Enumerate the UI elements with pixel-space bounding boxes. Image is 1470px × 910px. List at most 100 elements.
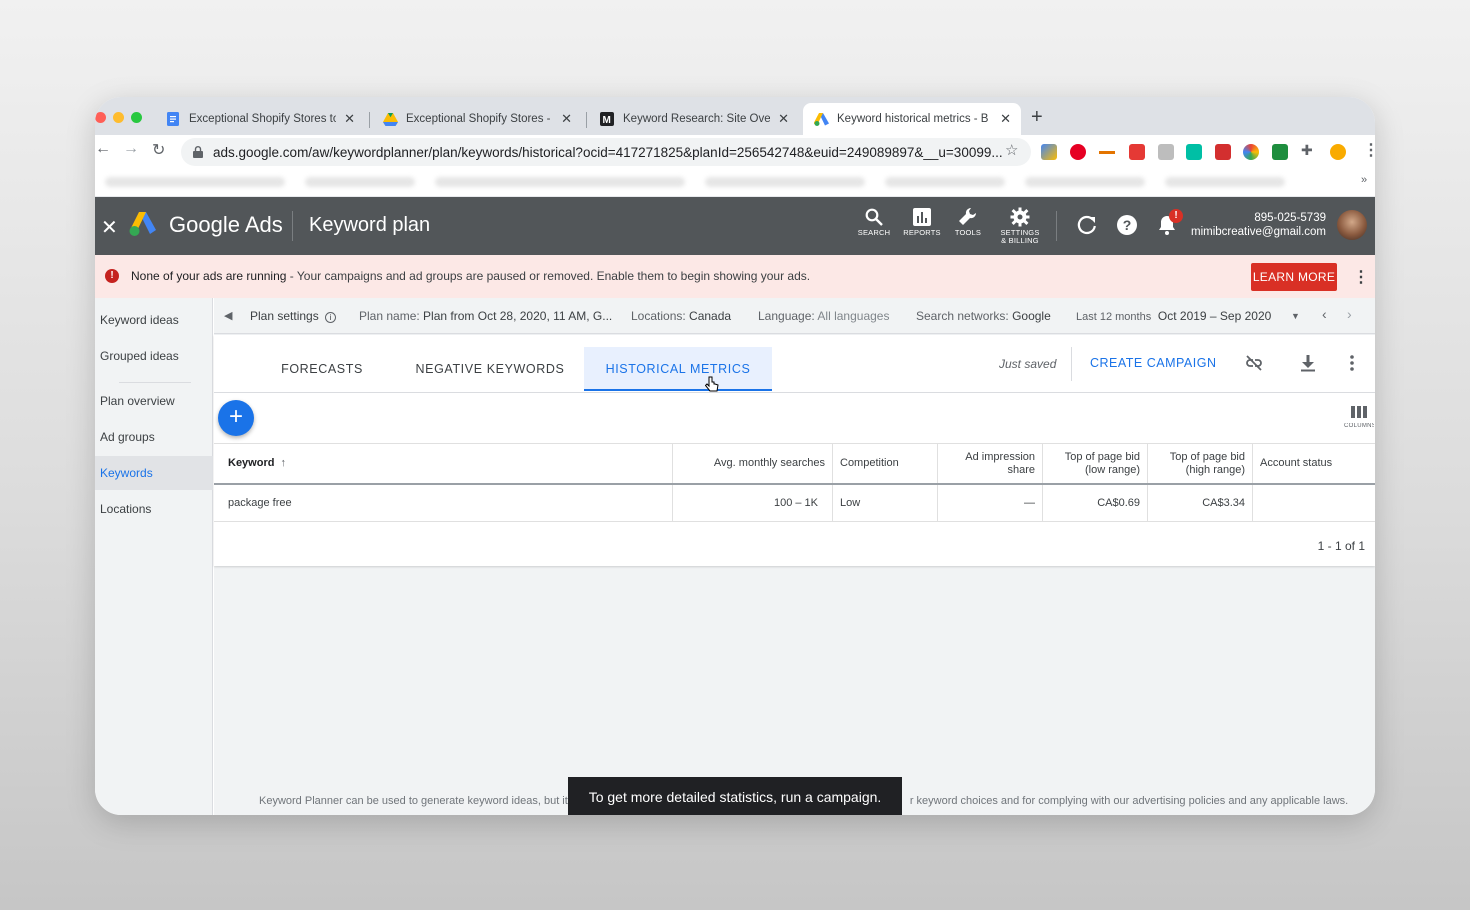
- tab-title: Keyword historical metrics - B: [837, 113, 989, 125]
- next-period-icon[interactable]: ›: [1347, 306, 1352, 322]
- extension-green-icon[interactable]: [1272, 144, 1288, 160]
- browser-tab-3[interactable]: M Keyword Research: Site Overvi ✕: [589, 103, 799, 135]
- date-range-selector[interactable]: Last 12 months Oct 2019 – Sep 2020: [1076, 309, 1271, 323]
- tab-title: Exceptional Shopify Stores to I: [189, 113, 337, 125]
- more-vert-icon[interactable]: ⋮: [1353, 267, 1369, 287]
- sidebar-item-keyword-ideas[interactable]: Keyword ideas: [95, 303, 213, 337]
- add-keywords-button[interactable]: +: [218, 400, 254, 436]
- sidebar-item-ad-groups[interactable]: Ad groups: [95, 420, 213, 454]
- create-campaign-button[interactable]: CREATE CAMPAIGN: [1090, 356, 1217, 370]
- learn-more-button[interactable]: LEARN MORE: [1251, 263, 1337, 291]
- language-setting[interactable]: Language: All languages: [758, 309, 889, 323]
- brand-name: Google Ads: [169, 212, 283, 237]
- locations-setting[interactable]: Locations: Canada: [631, 309, 731, 323]
- columns-button[interactable]: COLUMNS: [1344, 405, 1374, 429]
- sidebar-item-locations[interactable]: Locations: [95, 492, 213, 526]
- forward-icon[interactable]: →: [123, 140, 139, 158]
- plan-settings-bar: ◀ Plan settings i Plan name: Plan from O…: [214, 298, 1375, 334]
- table-row[interactable]: package free 100 – 1K Low — CA$0.69 CA$3…: [214, 485, 1375, 522]
- unlink-icon[interactable]: [1244, 353, 1264, 373]
- reports-tool-button[interactable]: REPORTS: [900, 205, 944, 237]
- column-header-competition[interactable]: Competition: [833, 444, 938, 483]
- columns-label: COLUMNS: [1344, 423, 1374, 429]
- extension-teal-icon[interactable]: [1186, 144, 1202, 160]
- page-title: Keyword plan: [309, 214, 431, 236]
- bookmark-star-icon[interactable]: ☆: [1005, 141, 1018, 159]
- column-header-avg-monthly-searches[interactable]: Avg. monthly searches: [673, 444, 833, 483]
- extension-analytics-icon[interactable]: [1099, 144, 1115, 154]
- new-tab-button[interactable]: +: [1031, 106, 1043, 129]
- extensions-puzzle-icon[interactable]: ✚: [1301, 142, 1313, 159]
- browser-toolbar: ← → ↻ ads.google.com/aw/keywordplanner/p…: [95, 135, 1375, 168]
- extension-red-icon[interactable]: [1215, 144, 1231, 160]
- notification-badge: !: [1169, 209, 1183, 223]
- top-bid-low-cell: CA$0.69: [1043, 485, 1148, 521]
- refresh-icon[interactable]: [1075, 213, 1099, 237]
- browser-tab-1[interactable]: Exceptional Shopify Stores to I ✕: [155, 103, 365, 135]
- plan-settings-label[interactable]: Plan settings i: [250, 309, 337, 323]
- table-header: Keyword ↑ Avg. monthly searches Competiti…: [214, 443, 1375, 485]
- plan-name[interactable]: Plan name: Plan from Oct 28, 2020, 11 AM…: [359, 309, 612, 323]
- back-icon[interactable]: ←: [95, 140, 111, 158]
- search-tool-button[interactable]: SEARCH: [852, 205, 896, 237]
- avatar[interactable]: [1337, 210, 1367, 240]
- column-header-ad-impression-share[interactable]: Ad impression share: [938, 444, 1043, 483]
- more-vert-icon[interactable]: [1342, 353, 1362, 373]
- collapse-left-icon[interactable]: ◀: [224, 309, 232, 322]
- sidebar-item-keywords[interactable]: Keywords: [95, 456, 213, 490]
- column-header-top-bid-low[interactable]: Top of page bid (low range): [1043, 444, 1148, 483]
- account-status-cell: [1253, 485, 1375, 521]
- tool-label: TOOLS: [954, 228, 982, 237]
- profile-icon[interactable]: [1330, 144, 1346, 160]
- close-tab-icon[interactable]: ✕: [561, 111, 572, 127]
- keyword-cell: package free: [214, 485, 673, 521]
- column-header-account-status[interactable]: Account status: [1253, 444, 1375, 483]
- drive-icon: [382, 111, 398, 127]
- minimize-window-button[interactable]: [113, 112, 124, 123]
- tab-forecasts[interactable]: FORECASTS: [274, 347, 370, 391]
- column-header-top-bid-high[interactable]: Top of page bid (high range): [1148, 444, 1253, 483]
- browser-tab-4[interactable]: Keyword historical metrics - B ✕: [803, 103, 1021, 135]
- download-icon[interactable]: [1298, 353, 1318, 373]
- maximize-window-button[interactable]: [131, 112, 142, 123]
- tab-historical-metrics[interactable]: HISTORICAL METRICS: [584, 347, 772, 391]
- date-dropdown-icon[interactable]: ▼: [1291, 311, 1300, 321]
- extension-pinterest-icon[interactable]: [1070, 144, 1086, 160]
- competition-cell: Low: [833, 485, 938, 521]
- close-icon[interactable]: ✕: [101, 215, 118, 240]
- address-bar[interactable]: ads.google.com/aw/keywordplanner/plan/ke…: [181, 138, 1031, 166]
- bookmarks-overflow-icon[interactable]: »: [1361, 174, 1367, 186]
- extension-gray-icon[interactable]: [1158, 144, 1174, 160]
- google-ads-icon: [813, 111, 829, 127]
- browser-tab-2[interactable]: Exceptional Shopify Stores - G ✕: [372, 103, 582, 135]
- tool-label: REPORTS: [903, 228, 941, 237]
- tab-negative-keywords[interactable]: NEGATIVE KEYWORDS: [410, 347, 570, 391]
- sort-arrow-up-icon: ↑: [280, 457, 286, 469]
- extension-drive-icon[interactable]: [1041, 144, 1057, 160]
- tools-tool-button[interactable]: TOOLS: [946, 205, 990, 237]
- column-header-keyword[interactable]: Keyword ↑: [214, 444, 673, 483]
- close-window-button[interactable]: [95, 112, 106, 123]
- extension-colorful-icon[interactable]: [1243, 144, 1259, 160]
- account-email: mimibcreative@gmail.com: [1190, 226, 1326, 238]
- svg-text:?: ?: [1123, 217, 1132, 233]
- sidebar-item-grouped-ideas[interactable]: Grouped ideas: [95, 339, 213, 373]
- close-tab-icon[interactable]: ✕: [778, 111, 789, 127]
- sidebar-item-plan-overview[interactable]: Plan overview: [95, 384, 213, 418]
- info-icon: i: [325, 312, 337, 323]
- extension-color-picker-icon[interactable]: [1129, 144, 1145, 160]
- search-icon: [865, 208, 883, 226]
- help-icon[interactable]: ?: [1115, 213, 1139, 237]
- close-tab-icon[interactable]: ✕: [1000, 111, 1011, 127]
- wrench-icon: [959, 207, 977, 225]
- close-tab-icon[interactable]: ✕: [344, 111, 355, 127]
- account-info[interactable]: 895-025-5739 mimibcreative@gmail.com: [1185, 211, 1326, 239]
- locations-value: Canada: [689, 309, 732, 323]
- networks-setting[interactable]: Search networks: Google: [916, 309, 1051, 323]
- reload-icon[interactable]: ↻: [152, 140, 165, 160]
- lock-icon: [193, 146, 203, 158]
- prev-period-icon[interactable]: ‹: [1322, 306, 1327, 322]
- settings-billing-button[interactable]: SETTINGS & BILLING: [998, 205, 1042, 245]
- browser-menu-icon[interactable]: ⋮: [1363, 140, 1375, 160]
- docs-icon: [165, 111, 181, 127]
